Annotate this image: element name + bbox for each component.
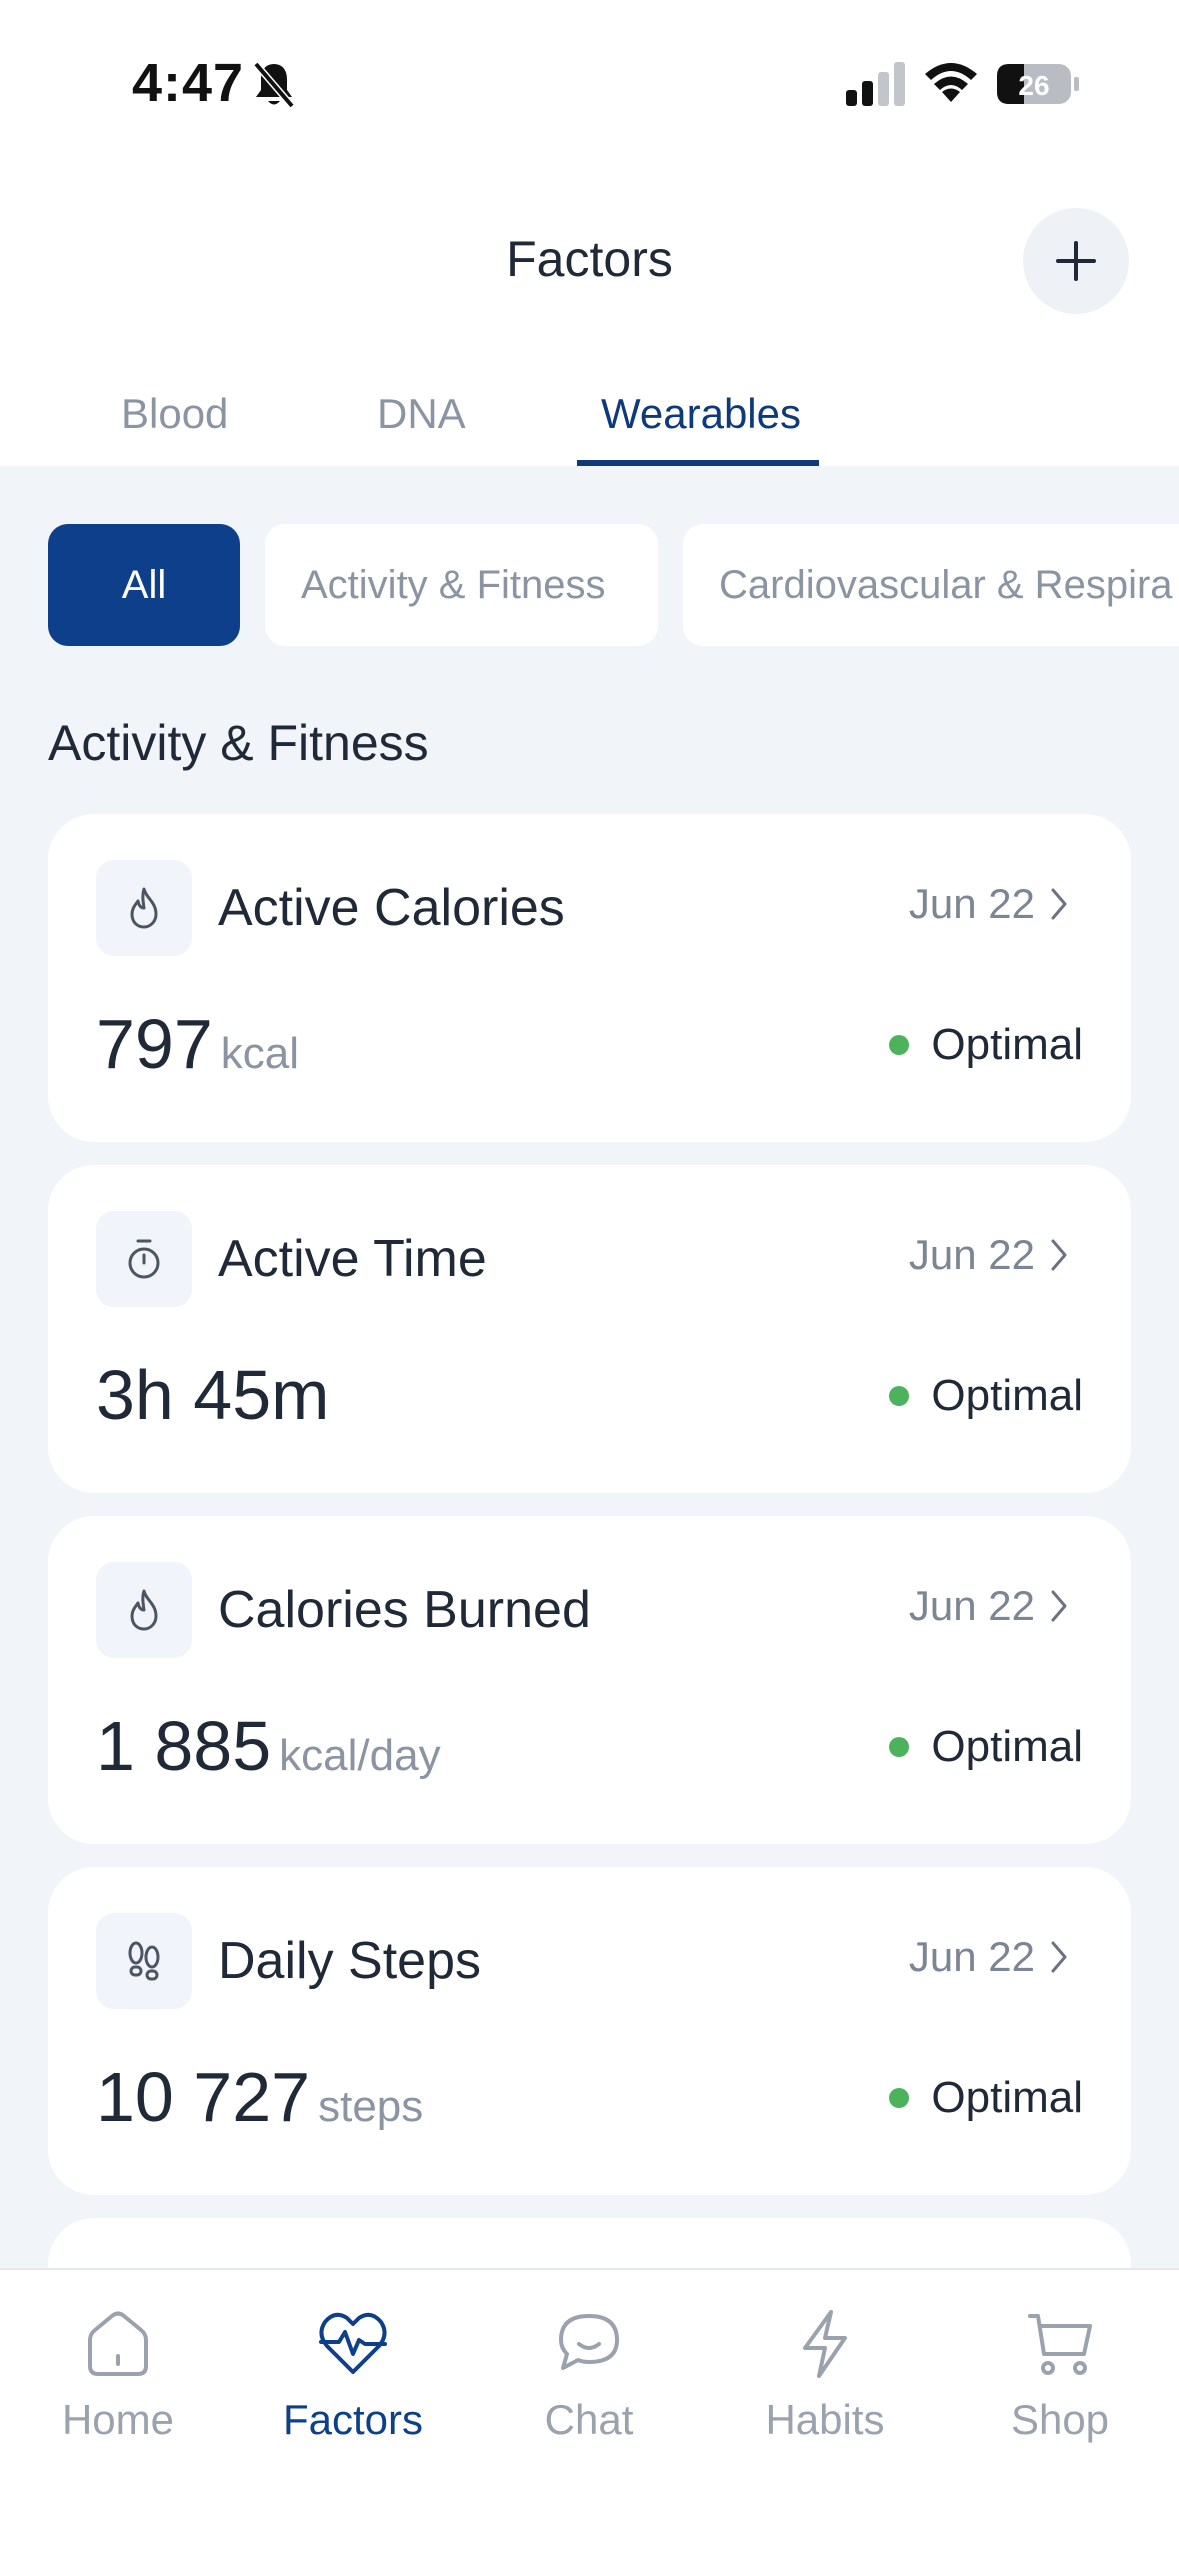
- bell-muted-icon: [253, 61, 295, 109]
- flame-icon: [130, 1589, 158, 1631]
- status-time: 4:47: [132, 53, 245, 113]
- cellular-signal-icon: [846, 62, 905, 106]
- card-date: Jun 22: [908, 1231, 1035, 1278]
- heart-pulse-icon: [319, 2312, 387, 2374]
- card-value: 3h 45m: [96, 1356, 330, 1434]
- filter-chip-cardiovascular[interactable]: Cardiovascular & Respira: [683, 524, 1179, 646]
- status-badge: Optimal: [889, 1020, 1083, 1070]
- card-title: Daily Steps: [218, 1932, 481, 1990]
- card-date: Jun 22: [908, 880, 1035, 927]
- nav-factors[interactable]: Factors: [253, 2306, 453, 2444]
- card-value: 797: [96, 1005, 213, 1083]
- nav-shop[interactable]: Shop: [960, 2306, 1160, 2444]
- card-value: 1 885: [96, 1707, 272, 1785]
- factor-card-calories-burned[interactable]: Calories Burned Jun 22 1 885 kcal/day Opt…: [48, 1516, 1131, 1844]
- card-value-row: 10 727 steps: [96, 2057, 423, 2137]
- nav-chat[interactable]: Chat: [489, 2306, 689, 2444]
- card-title: Active Time: [218, 1230, 487, 1288]
- status-dot: [889, 1035, 910, 1055]
- nav-home[interactable]: Home: [18, 2306, 218, 2444]
- card-unit: kcal: [220, 1029, 300, 1078]
- battery-indicator: 26: [996, 62, 1080, 106]
- chevron-right-icon: [1051, 1941, 1067, 1973]
- filter-chips: All Activity & Fitness Cardiovascular & …: [48, 524, 1179, 648]
- card-title: Active Calories: [218, 879, 565, 937]
- footprints-icon: [128, 1941, 160, 1981]
- tab-blood[interactable]: Blood: [121, 390, 228, 438]
- battery-icon: 26: [997, 64, 1079, 104]
- tab-wearables[interactable]: Wearables: [601, 390, 801, 438]
- card-value: 10 727: [96, 2058, 311, 2136]
- status-label: Optimal: [931, 2073, 1083, 2122]
- nav-label: Shop: [1010, 2396, 1110, 2443]
- add-button[interactable]: [1023, 208, 1129, 314]
- card-date: Jun 22: [908, 1582, 1035, 1629]
- status-badge: Optimal: [889, 2073, 1083, 2123]
- filter-chip-activity-fitness[interactable]: Activity & Fitness: [265, 524, 658, 646]
- chevron-right-icon: [1051, 1590, 1067, 1622]
- card-title: Calories Burned: [218, 1581, 591, 1639]
- card-unit: kcal/day: [279, 1731, 441, 1780]
- nav-habits[interactable]: Habits: [725, 2306, 925, 2444]
- chevron-right-icon: [1051, 888, 1067, 920]
- card-icon-container: [96, 1913, 192, 2009]
- card-value-row: 1 885 kcal/day: [96, 1706, 441, 1786]
- card-icon-container: [96, 1211, 192, 1307]
- page-title: Factors: [506, 231, 673, 287]
- status-label: Optimal: [931, 1020, 1083, 1069]
- status-dot: [889, 2088, 910, 2108]
- nav-label: Habits: [765, 2396, 885, 2443]
- tab-bar: Blood DNA Wearables: [0, 380, 1179, 466]
- flame-icon: [130, 887, 158, 929]
- nav-label: Chat: [544, 2396, 634, 2443]
- lightning-icon: [803, 2310, 847, 2378]
- nav-label: Home: [61, 2396, 175, 2443]
- card-icon-container: [96, 860, 192, 956]
- home-icon: [88, 2311, 148, 2376]
- card-value-row: 797 kcal: [96, 1004, 299, 1084]
- nav-label: Factors: [282, 2396, 424, 2443]
- factor-card-active-time[interactable]: Active Time Jun 22 3h 45m Optimal: [48, 1165, 1131, 1493]
- status-label: Optimal: [931, 1722, 1083, 1771]
- plus-icon: [1056, 241, 1096, 281]
- status-bar: 4:47 26: [0, 0, 1179, 160]
- wifi-icon: [925, 63, 977, 102]
- card-unit: steps: [318, 2082, 424, 2131]
- content-area: All Activity & Fitness Cardiovascular & …: [0, 466, 1179, 2268]
- factor-card-daily-steps[interactable]: Daily Steps Jun 22 10 727 steps Optimal: [48, 1867, 1131, 2195]
- tab-dna[interactable]: DNA: [377, 390, 466, 438]
- chat-icon: [559, 2314, 619, 2370]
- card-value-row: 3h 45m: [96, 1355, 337, 1435]
- section-title: Activity & Fitness: [48, 715, 429, 771]
- status-badge: Optimal: [889, 1722, 1083, 1772]
- bottom-nav: Home Factors Chat Habits Shop: [0, 2268, 1179, 2556]
- screen: 4:47 26 Factors Blood DNA Wearables All …: [0, 0, 1179, 2556]
- card-icon-container: [96, 1562, 192, 1658]
- status-dot: [889, 1386, 910, 1406]
- filter-chip-all[interactable]: All: [48, 524, 240, 646]
- factor-card-active-calories[interactable]: Active Calories Jun 22 797 kcal Optimal: [48, 814, 1131, 1142]
- battery-level: 26: [1018, 70, 1049, 101]
- cart-icon: [1028, 2314, 1092, 2375]
- stopwatch-icon: [128, 1239, 160, 1279]
- card-date: Jun 22: [908, 1933, 1035, 1980]
- chevron-right-icon: [1051, 1239, 1067, 1271]
- status-label: Optimal: [931, 1371, 1083, 1420]
- status-dot: [889, 1737, 910, 1757]
- status-badge: Optimal: [889, 1371, 1083, 1421]
- factor-card-partial[interactable]: [48, 2218, 1131, 2268]
